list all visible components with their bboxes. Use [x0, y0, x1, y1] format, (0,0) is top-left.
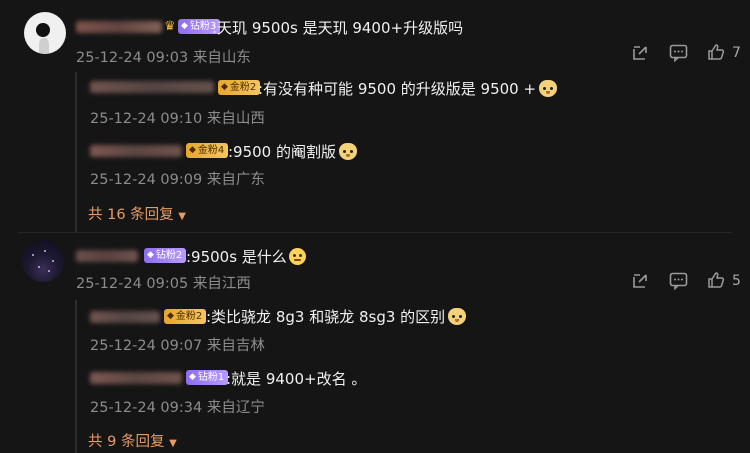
- fan-badge: ◆ 钻粉1: [186, 370, 229, 385]
- comment-meta: 25-12-24 09:05 来自江西: [76, 276, 251, 292]
- comment-text: :9500s 是什么: [186, 246, 306, 267]
- reply-text: :就是 9400+改名 。: [226, 370, 367, 388]
- view-more-replies-link[interactable]: 共 9 条回复 ▼: [88, 430, 177, 451]
- badge-gem-icon: ◆: [189, 145, 196, 155]
- like-count: 5: [732, 273, 741, 289]
- thumbs-up-icon[interactable]: [707, 43, 725, 65]
- smile-emoji-icon: [288, 248, 306, 265]
- badge-gem-icon: ◆: [147, 250, 154, 260]
- avatar[interactable]: [22, 240, 64, 282]
- caret-down-icon: ▼: [178, 211, 186, 222]
- caret-down-icon: ▼: [169, 438, 177, 449]
- badge-gem-icon: ◆: [181, 21, 188, 31]
- crown-icon: ♛: [164, 19, 176, 34]
- badge-gem-icon: ◆: [189, 372, 196, 382]
- fan-badge: ◆ 金粉2: [218, 80, 261, 95]
- reply-thread-bar: [75, 300, 77, 453]
- reply-text: :9500 的阉割版: [228, 141, 357, 162]
- dog-emoji-icon: [448, 308, 467, 325]
- badge-gem-icon: ◆: [167, 311, 174, 321]
- thumbs-up-icon[interactable]: [707, 271, 725, 293]
- comment-text: :天玑 9500s 是天玑 9400+升级版吗: [212, 19, 464, 37]
- dog-emoji-icon: [539, 80, 558, 97]
- reply-meta: 25-12-24 09:07 来自吉林: [90, 338, 265, 354]
- fan-badge: ◆ 金粉4: [186, 143, 229, 158]
- reply-username[interactable]: [90, 81, 214, 93]
- divider: [18, 232, 732, 233]
- share-icon[interactable]: [631, 272, 649, 294]
- comment-icon[interactable]: [669, 272, 688, 294]
- comment-meta: 25-12-24 09:03 来自山东: [76, 50, 251, 66]
- fan-badge: ◆ 钻粉2: [144, 248, 187, 263]
- like-count: 7: [732, 45, 741, 61]
- reply-username[interactable]: [90, 372, 182, 384]
- comment-icon[interactable]: [669, 44, 688, 66]
- username[interactable]: [76, 250, 138, 262]
- reply-meta: 25-12-24 09:34 来自辽宁: [90, 400, 265, 416]
- dog-emoji-icon: [339, 143, 357, 160]
- reply-meta: 25-12-24 09:10 来自山西: [90, 111, 265, 127]
- username[interactable]: [76, 21, 162, 33]
- reply-username[interactable]: [90, 311, 160, 323]
- reply-text: :有没有种可能 9500 的升级版是 9500 +: [258, 78, 558, 99]
- view-more-replies-link[interactable]: 共 16 条回复 ▼: [88, 203, 186, 224]
- share-icon[interactable]: [631, 44, 649, 66]
- reply-text: :类比骁龙 8g3 和骁龙 8sg3 的区别: [206, 306, 467, 327]
- reply-username[interactable]: [90, 145, 182, 157]
- reply-thread-bar: [75, 72, 77, 232]
- reply-meta: 25-12-24 09:09 来自广东: [90, 172, 265, 188]
- avatar[interactable]: [24, 12, 66, 54]
- fan-badge: ◆ 金粉2: [164, 309, 207, 324]
- badge-gem-icon: ◆: [221, 82, 228, 92]
